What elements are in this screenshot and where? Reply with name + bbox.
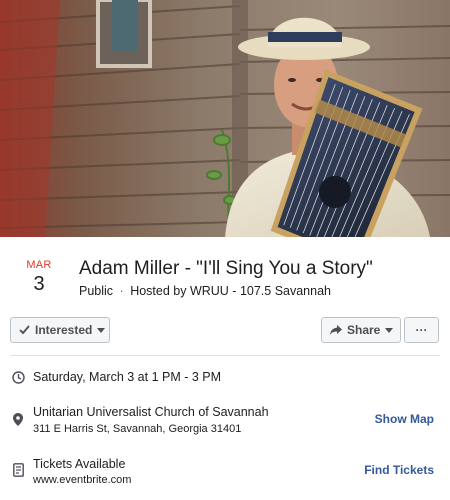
ticket-icon bbox=[11, 463, 25, 477]
location-name-link[interactable]: Unitarian Universalist Church of Savanna… bbox=[33, 405, 269, 419]
more-options-label: ··· bbox=[415, 323, 428, 337]
interested-button[interactable]: Interested bbox=[10, 317, 110, 343]
share-button[interactable]: Share bbox=[321, 317, 401, 343]
host-link[interactable]: WRUU - 107.5 Savannah bbox=[190, 284, 331, 298]
event-month: MAR bbox=[26, 259, 52, 271]
share-arrow-icon bbox=[330, 325, 342, 335]
clock-icon bbox=[11, 370, 25, 384]
event-tickets-row: Tickets Available www.eventbrite.com Fin… bbox=[0, 452, 450, 492]
show-map-link[interactable]: Show Map bbox=[375, 412, 434, 426]
interested-label: Interested bbox=[35, 323, 93, 337]
map-pin-icon bbox=[11, 412, 25, 426]
share-label: Share bbox=[347, 323, 381, 337]
event-title: Adam Miller - "I'll Sing You a Story" bbox=[79, 258, 373, 279]
event-date-badge: MAR 3 bbox=[20, 259, 58, 296]
event-location-row: Unitarian Universalist Church of Savanna… bbox=[0, 400, 450, 440]
chevron-down-icon bbox=[97, 327, 106, 333]
meta-separator: · bbox=[119, 284, 124, 298]
cover-photo-illustration bbox=[0, 0, 450, 237]
event-time: Saturday, March 3 at 1 PM - 3 PM bbox=[33, 370, 222, 384]
event-day: 3 bbox=[33, 273, 45, 295]
host-prefix: Hosted by bbox=[130, 284, 187, 298]
event-privacy: Public bbox=[79, 284, 114, 298]
more-options-button[interactable]: ··· bbox=[404, 317, 439, 343]
section-divider bbox=[10, 355, 440, 356]
location-address: 311 E Harris St, Savannah, Georgia 31401 bbox=[33, 423, 242, 435]
event-meta: Public · Hosted by WRUU - 107.5 Savannah bbox=[79, 284, 331, 298]
event-header: MAR 3 Adam Miller - "I'll Sing You a Sto… bbox=[0, 237, 450, 307]
event-cover-photo[interactable] bbox=[0, 0, 450, 237]
check-icon bbox=[19, 325, 30, 335]
event-time-row: Saturday, March 3 at 1 PM - 3 PM bbox=[0, 366, 450, 388]
find-tickets-link[interactable]: Find Tickets bbox=[364, 463, 434, 477]
tickets-url-link[interactable]: www.eventbrite.com bbox=[33, 474, 131, 486]
tickets-title: Tickets Available bbox=[33, 457, 126, 471]
chevron-down-icon bbox=[385, 327, 394, 333]
